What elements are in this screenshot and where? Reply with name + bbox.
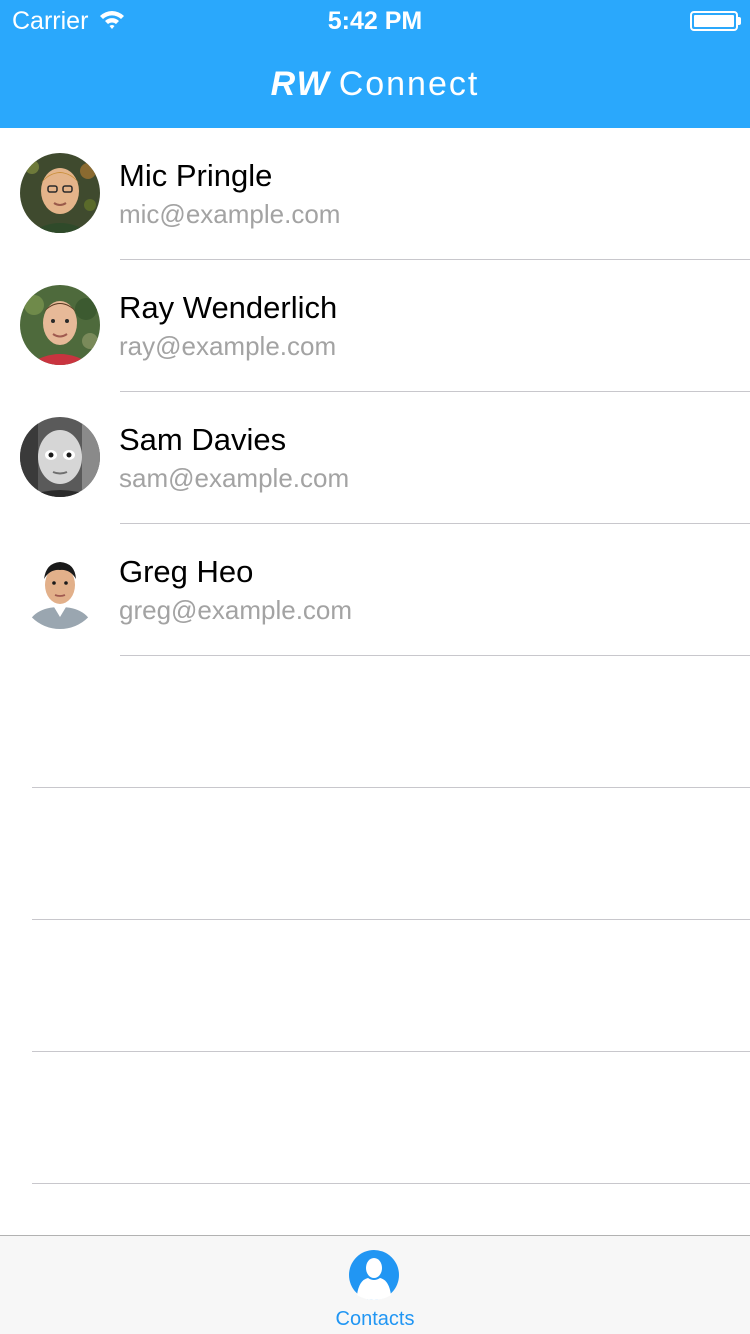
contact-row[interactable]: Sam Davies sam@example.com bbox=[0, 392, 750, 524]
contacts-icon bbox=[349, 1250, 399, 1300]
page-title: RW Connect bbox=[0, 62, 750, 106]
avatar bbox=[20, 153, 100, 233]
contact-name: Greg Heo bbox=[119, 554, 254, 589]
battery-tip bbox=[738, 17, 741, 25]
avatar bbox=[20, 417, 100, 497]
contact-name: Sam Davies bbox=[119, 422, 287, 457]
battery-icon bbox=[690, 11, 738, 31]
tab-contacts[interactable]: Contacts bbox=[325, 1236, 425, 1334]
contact-row[interactable]: Greg Heo greg@example.com bbox=[0, 524, 750, 656]
row-separator bbox=[120, 655, 750, 656]
avatar bbox=[20, 549, 100, 629]
battery-level bbox=[694, 15, 734, 27]
tab-bar: Contacts bbox=[0, 1235, 750, 1334]
empty-row-separator bbox=[32, 787, 750, 788]
empty-row-separator bbox=[32, 1183, 750, 1184]
empty-row-separator bbox=[32, 1051, 750, 1052]
tab-label: Contacts bbox=[335, 1308, 415, 1330]
contacts-list: Mic Pringle mic@example.com Ray Wenderli… bbox=[0, 128, 750, 656]
avatar bbox=[20, 285, 100, 365]
contact-email: ray@example.com bbox=[119, 331, 337, 361]
contact-email: mic@example.com bbox=[119, 199, 341, 229]
status-bar: Carrier 5:42 PM bbox=[0, 0, 750, 40]
title-brand: RW bbox=[270, 65, 331, 103]
contact-name: Ray Wenderlich bbox=[119, 290, 338, 325]
contact-name: Mic Pringle bbox=[119, 158, 273, 193]
clock: 5:42 PM bbox=[327, 7, 423, 35]
contact-email: greg@example.com bbox=[119, 595, 353, 625]
navigation-bar: Carrier 5:42 PM RW Connect bbox=[0, 0, 750, 128]
title-text: Connect bbox=[338, 65, 480, 103]
contact-row[interactable]: Ray Wenderlich ray@example.com bbox=[0, 260, 750, 392]
contact-email: sam@example.com bbox=[119, 463, 350, 493]
empty-row-separator bbox=[32, 919, 750, 920]
contact-row[interactable]: Mic Pringle mic@example.com bbox=[0, 128, 750, 260]
